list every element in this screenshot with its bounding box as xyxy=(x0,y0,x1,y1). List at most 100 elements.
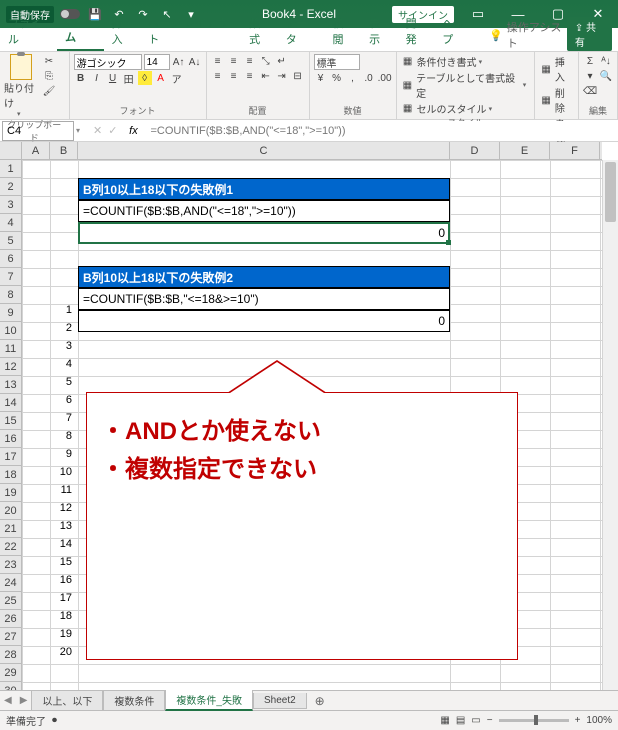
align-bot-icon[interactable]: ≡ xyxy=(243,54,257,68)
align-right-icon[interactable]: ≡ xyxy=(243,69,257,83)
sheet-nav-next[interactable]: ▶ xyxy=(16,695,32,706)
vertical-scrollbar[interactable] xyxy=(602,160,618,690)
scrollbar-thumb[interactable] xyxy=(605,162,616,222)
cell-b21[interactable]: 13 xyxy=(50,520,76,538)
font-size-combo[interactable] xyxy=(144,54,170,70)
cells-delete-button[interactable]: 削除 xyxy=(555,85,574,115)
row-14[interactable]: 14 xyxy=(0,394,21,412)
share-button[interactable]: ⇪ 共有 xyxy=(567,17,612,51)
zoom-out-icon[interactable]: − xyxy=(487,715,493,726)
cell-c7-formula[interactable]: =COUNTIF($B:$B,"<=18&>=10") xyxy=(78,288,450,310)
copy-icon[interactable]: ⎘ xyxy=(42,69,56,83)
cell-c2-header[interactable]: B列10以上18以下の失敗例1 xyxy=(78,178,450,200)
cell-b26[interactable]: 18 xyxy=(50,610,76,628)
row-13[interactable]: 13 xyxy=(0,376,21,394)
enter-icon[interactable]: ✓ xyxy=(105,124,120,137)
cond-fmt-button[interactable]: 条件付き書式 xyxy=(417,54,477,69)
col-b[interactable]: B xyxy=(50,142,78,159)
view-normal-icon[interactable]: ▦ xyxy=(440,715,449,726)
ins-icon[interactable]: ▦ xyxy=(539,62,552,76)
cell-b24[interactable]: 16 xyxy=(50,574,76,592)
cell-b10[interactable]: 2 xyxy=(50,322,76,340)
row-24[interactable]: 24 xyxy=(0,574,21,592)
cut-icon[interactable]: ✂ xyxy=(42,54,56,68)
tab-review[interactable]: 校閲 xyxy=(325,11,362,51)
fx-icon[interactable]: fx xyxy=(124,122,142,140)
row-5[interactable]: 5 xyxy=(0,232,21,250)
row-16[interactable]: 16 xyxy=(0,430,21,448)
cond-fmt-icon[interactable]: ▦ xyxy=(401,55,415,69)
new-sheet-button[interactable]: ⊕ xyxy=(307,694,333,708)
row-19[interactable]: 19 xyxy=(0,484,21,502)
dec-dec-icon[interactable]: .00 xyxy=(378,71,392,85)
select-all-corner[interactable] xyxy=(0,142,22,160)
wrap-icon[interactable]: ↵ xyxy=(275,54,289,68)
zoom-level[interactable]: 100% xyxy=(586,715,612,726)
row-21[interactable]: 21 xyxy=(0,520,21,538)
tab-data[interactable]: データ xyxy=(278,11,325,51)
bold-icon[interactable]: B xyxy=(74,71,88,85)
cell-b9[interactable]: 1 xyxy=(50,304,76,322)
row-22[interactable]: 22 xyxy=(0,538,21,556)
sheet-tab-2[interactable]: 複数条件 xyxy=(103,691,165,711)
row-27[interactable]: 27 xyxy=(0,628,21,646)
cell-b13[interactable]: 5 xyxy=(50,376,76,394)
cell-b18[interactable]: 10 xyxy=(50,466,76,484)
font-color-icon[interactable]: A xyxy=(154,71,168,85)
row-25[interactable]: 25 xyxy=(0,592,21,610)
underline-icon[interactable]: U xyxy=(106,71,120,85)
del-icon[interactable]: ▦ xyxy=(539,93,552,107)
border-icon[interactable]: 田 xyxy=(122,71,136,85)
cell-b12[interactable]: 4 xyxy=(50,358,76,376)
zoom-in-icon[interactable]: + xyxy=(575,715,581,726)
cancel-icon[interactable]: ✕ xyxy=(90,124,105,137)
tab-formulas[interactable]: 数式 xyxy=(241,11,278,51)
tell-me[interactable]: 💡 操作アシスト xyxy=(489,19,567,51)
cell-b14[interactable]: 6 xyxy=(50,394,76,412)
worksheet-grid[interactable]: A B C D E F 1234567891011121314151617181… xyxy=(0,142,618,690)
percent-icon[interactable]: % xyxy=(330,71,344,85)
merge-icon[interactable]: ⊟ xyxy=(291,69,305,83)
comma-icon[interactable]: , xyxy=(346,71,360,85)
tbl-fmt-button[interactable]: テーブルとして書式設定 xyxy=(416,70,521,100)
align-mid-icon[interactable]: ≡ xyxy=(227,54,241,68)
cells-insert-button[interactable]: 挿入 xyxy=(555,54,574,84)
row-12[interactable]: 12 xyxy=(0,358,21,376)
indent-inc-icon[interactable]: ⇥ xyxy=(275,69,289,83)
tab-dev[interactable]: 開発 xyxy=(398,11,435,51)
row-headers[interactable]: 1234567891011121314151617181920212223242… xyxy=(0,160,22,690)
autosave-toggle[interactable] xyxy=(60,9,80,19)
row-26[interactable]: 26 xyxy=(0,610,21,628)
orientation-icon[interactable]: ⤡ xyxy=(259,54,273,68)
name-box[interactable]: C4 xyxy=(2,121,74,141)
col-d[interactable]: D xyxy=(450,142,500,159)
align-left-icon[interactable]: ≡ xyxy=(211,69,225,83)
cell-b20[interactable]: 12 xyxy=(50,502,76,520)
cell-c6-header[interactable]: B列10以上18以下の失敗例2 xyxy=(78,266,450,288)
autosum-icon[interactable]: Σ xyxy=(583,54,597,68)
row-10[interactable]: 10 xyxy=(0,322,21,340)
row-8[interactable]: 8 xyxy=(0,286,21,304)
tab-insert[interactable]: 挿入 xyxy=(104,11,141,51)
row-9[interactable]: 9 xyxy=(0,304,21,322)
cell-b25[interactable]: 17 xyxy=(50,592,76,610)
cell-style-button[interactable]: セルのスタイル xyxy=(417,101,487,116)
cell-b28[interactable]: 20 xyxy=(50,646,76,664)
down-icon[interactable]: ▾ xyxy=(76,126,80,135)
row-23[interactable]: 23 xyxy=(0,556,21,574)
clear-icon[interactable]: ⌫ xyxy=(583,84,597,98)
row-17[interactable]: 17 xyxy=(0,448,21,466)
row-18[interactable]: 18 xyxy=(0,466,21,484)
tab-help[interactable]: ヘルプ xyxy=(434,11,481,51)
row-20[interactable]: 20 xyxy=(0,502,21,520)
row-7[interactable]: 7 xyxy=(0,268,21,286)
tab-view[interactable]: 表示 xyxy=(361,11,398,51)
grow-font-icon[interactable]: A↑ xyxy=(172,55,186,69)
view-layout-icon[interactable]: ▤ xyxy=(456,715,465,726)
col-c[interactable]: C xyxy=(78,142,450,159)
paste-button[interactable]: 貼り付け ▾ xyxy=(4,54,38,118)
sheet-nav-prev[interactable]: ◀ xyxy=(0,695,16,706)
inc-dec-icon[interactable]: .0 xyxy=(362,71,376,85)
align-top-icon[interactable]: ≡ xyxy=(211,54,225,68)
tab-file[interactable]: ファイル xyxy=(0,11,57,51)
